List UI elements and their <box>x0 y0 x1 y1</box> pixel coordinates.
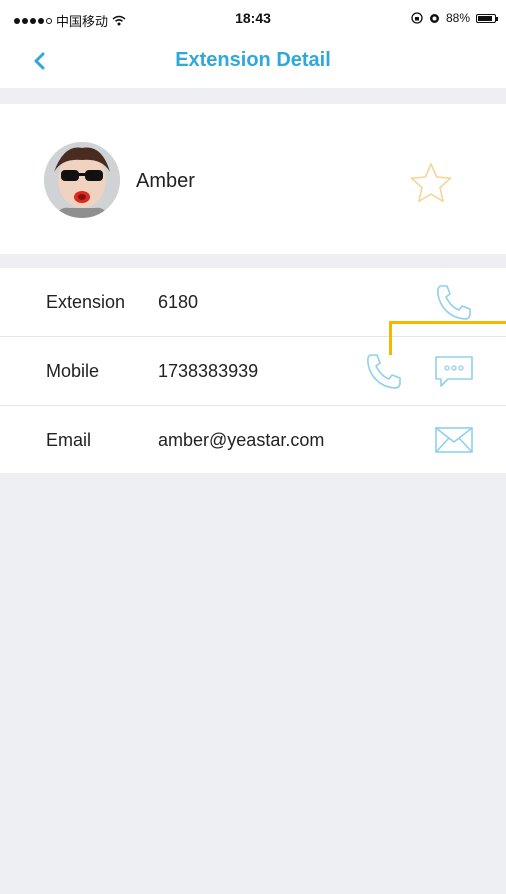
empty-background <box>0 473 506 894</box>
detail-label: Email <box>46 430 92 450</box>
message-icon <box>435 356 473 387</box>
contact-details-list: Extension 6180 Mobile 1738383939 Email a… <box>0 268 506 474</box>
detail-label: Mobile <box>46 361 100 381</box>
section-separator <box>0 88 506 104</box>
alarm-icon <box>429 14 439 23</box>
section-separator <box>0 254 506 268</box>
send-email-button[interactable] <box>432 418 476 462</box>
detail-value: 6180 <box>158 292 199 312</box>
status-right: 88% <box>411 11 498 25</box>
battery-icon <box>476 13 498 23</box>
phone-icon <box>437 285 471 320</box>
orientation-lock-icon <box>411 12 423 24</box>
detail-value: 1738383939 <box>158 361 259 381</box>
star-outline-icon <box>410 163 452 203</box>
detail-value: amber@yeastar.com <box>158 430 325 450</box>
send-message-button[interactable] <box>432 349 476 393</box>
detail-label: Extension <box>46 292 126 312</box>
mail-icon <box>435 427 473 453</box>
phone-icon <box>367 354 401 389</box>
navigation-bar: Extension Detail <box>0 36 506 88</box>
highlight-callout <box>389 321 506 355</box>
contact-name: Amber <box>136 170 195 192</box>
battery-percent: 88% <box>445 11 470 25</box>
detail-row-email: Email amber@yeastar.com <box>0 406 506 474</box>
call-extension-button[interactable] <box>432 280 476 324</box>
favorite-button[interactable] <box>408 160 454 206</box>
avatar <box>44 142 120 218</box>
call-mobile-button[interactable] <box>362 349 406 393</box>
status-bar: 中国移动 18:43 88% <box>0 0 506 36</box>
profile-card: Amber <box>0 104 506 254</box>
page-title: Extension Detail <box>175 49 331 71</box>
